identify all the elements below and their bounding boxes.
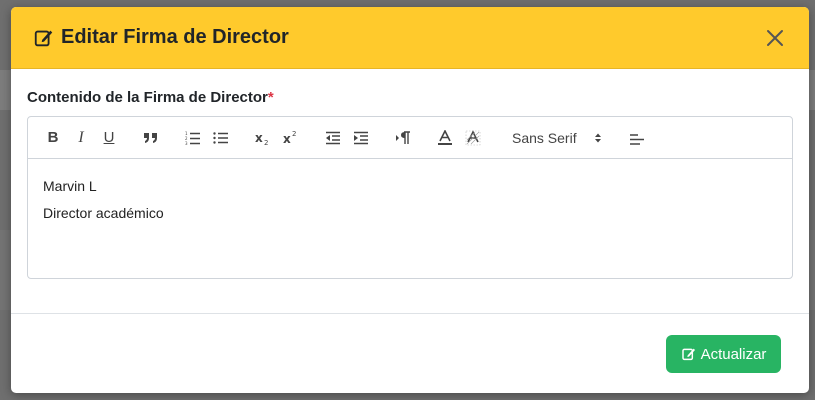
superscript-button[interactable]: x 2 xyxy=(280,127,302,149)
indent-button[interactable] xyxy=(350,127,372,149)
modal-title: Editar Firma de Director xyxy=(33,26,289,49)
svg-text:x: x xyxy=(255,131,263,145)
bullet-list-icon xyxy=(213,131,228,144)
select-arrows-icon xyxy=(594,132,602,144)
outdent-icon xyxy=(326,131,340,144)
pilcrow-direction-icon xyxy=(396,130,410,144)
align-left-icon xyxy=(630,133,644,145)
quote-icon xyxy=(144,132,157,143)
edit-icon xyxy=(34,30,53,46)
rich-text-editor: B I U 1 2 3 x 2 x 2 Sans Serif Marvin L … xyxy=(27,116,793,279)
direction-group xyxy=(392,127,420,149)
svg-text:x: x xyxy=(283,132,291,146)
text-color-button[interactable] xyxy=(434,127,456,149)
ordered-list-icon: 1 2 3 xyxy=(185,131,200,145)
underline-button[interactable]: U xyxy=(98,127,120,149)
font-family-select[interactable]: Sans Serif xyxy=(504,130,612,146)
blockquote-button[interactable] xyxy=(140,127,162,149)
svg-text:2: 2 xyxy=(264,139,268,146)
align-button[interactable] xyxy=(626,127,648,149)
modal-header: Editar Firma de Director xyxy=(11,7,809,69)
subscript-button[interactable]: x 2 xyxy=(252,127,274,149)
close-icon xyxy=(767,29,783,46)
bullet-list-button[interactable] xyxy=(210,127,232,149)
update-button[interactable]: Actualizar xyxy=(666,335,781,373)
edit-signature-modal: Editar Firma de Director Contenido de la… xyxy=(11,7,809,393)
bold-button[interactable]: B xyxy=(42,127,64,149)
color-group xyxy=(434,127,490,149)
modal-body: Contenido de la Firma de Director* B I U xyxy=(11,69,809,279)
indent-group xyxy=(322,127,378,149)
background-color-button[interactable] xyxy=(462,127,484,149)
close-button[interactable] xyxy=(763,26,787,50)
format-group: B I U xyxy=(42,127,126,149)
italic-button[interactable]: I xyxy=(70,127,92,149)
superscript-icon: x 2 xyxy=(283,130,296,146)
subscript-icon: x 2 xyxy=(255,131,268,146)
modal-title-text: Editar Firma de Director xyxy=(61,26,289,48)
block-group xyxy=(140,127,168,149)
text-color-icon xyxy=(438,129,452,145)
font-family-value: Sans Serif xyxy=(512,129,577,146)
required-mark: * xyxy=(267,89,274,106)
edit-icon xyxy=(681,348,695,361)
ordered-list-button[interactable]: 1 2 3 xyxy=(182,127,204,149)
content-line: Director académico xyxy=(43,205,164,221)
signature-content-label: Contenido de la Firma de Director* xyxy=(27,89,793,106)
svg-text:3: 3 xyxy=(185,141,188,145)
modal-footer: Actualizar xyxy=(11,313,809,393)
update-button-label: Actualizar xyxy=(700,345,767,363)
text-direction-button[interactable] xyxy=(392,127,414,149)
svg-text:2: 2 xyxy=(292,130,296,138)
list-group: 1 2 3 xyxy=(182,127,238,149)
editor-toolbar: B I U 1 2 3 x 2 x 2 Sans Serif xyxy=(28,117,792,159)
editor-content-area[interactable]: Marvin L Director académico xyxy=(28,159,792,241)
outdent-button[interactable] xyxy=(322,127,344,149)
background-color-icon xyxy=(465,129,481,145)
content-line: Marvin L xyxy=(43,178,97,194)
label-text: Contenido de la Firma de Director xyxy=(27,89,268,106)
indent-icon xyxy=(354,131,368,144)
script-group: x 2 x 2 xyxy=(252,127,308,149)
